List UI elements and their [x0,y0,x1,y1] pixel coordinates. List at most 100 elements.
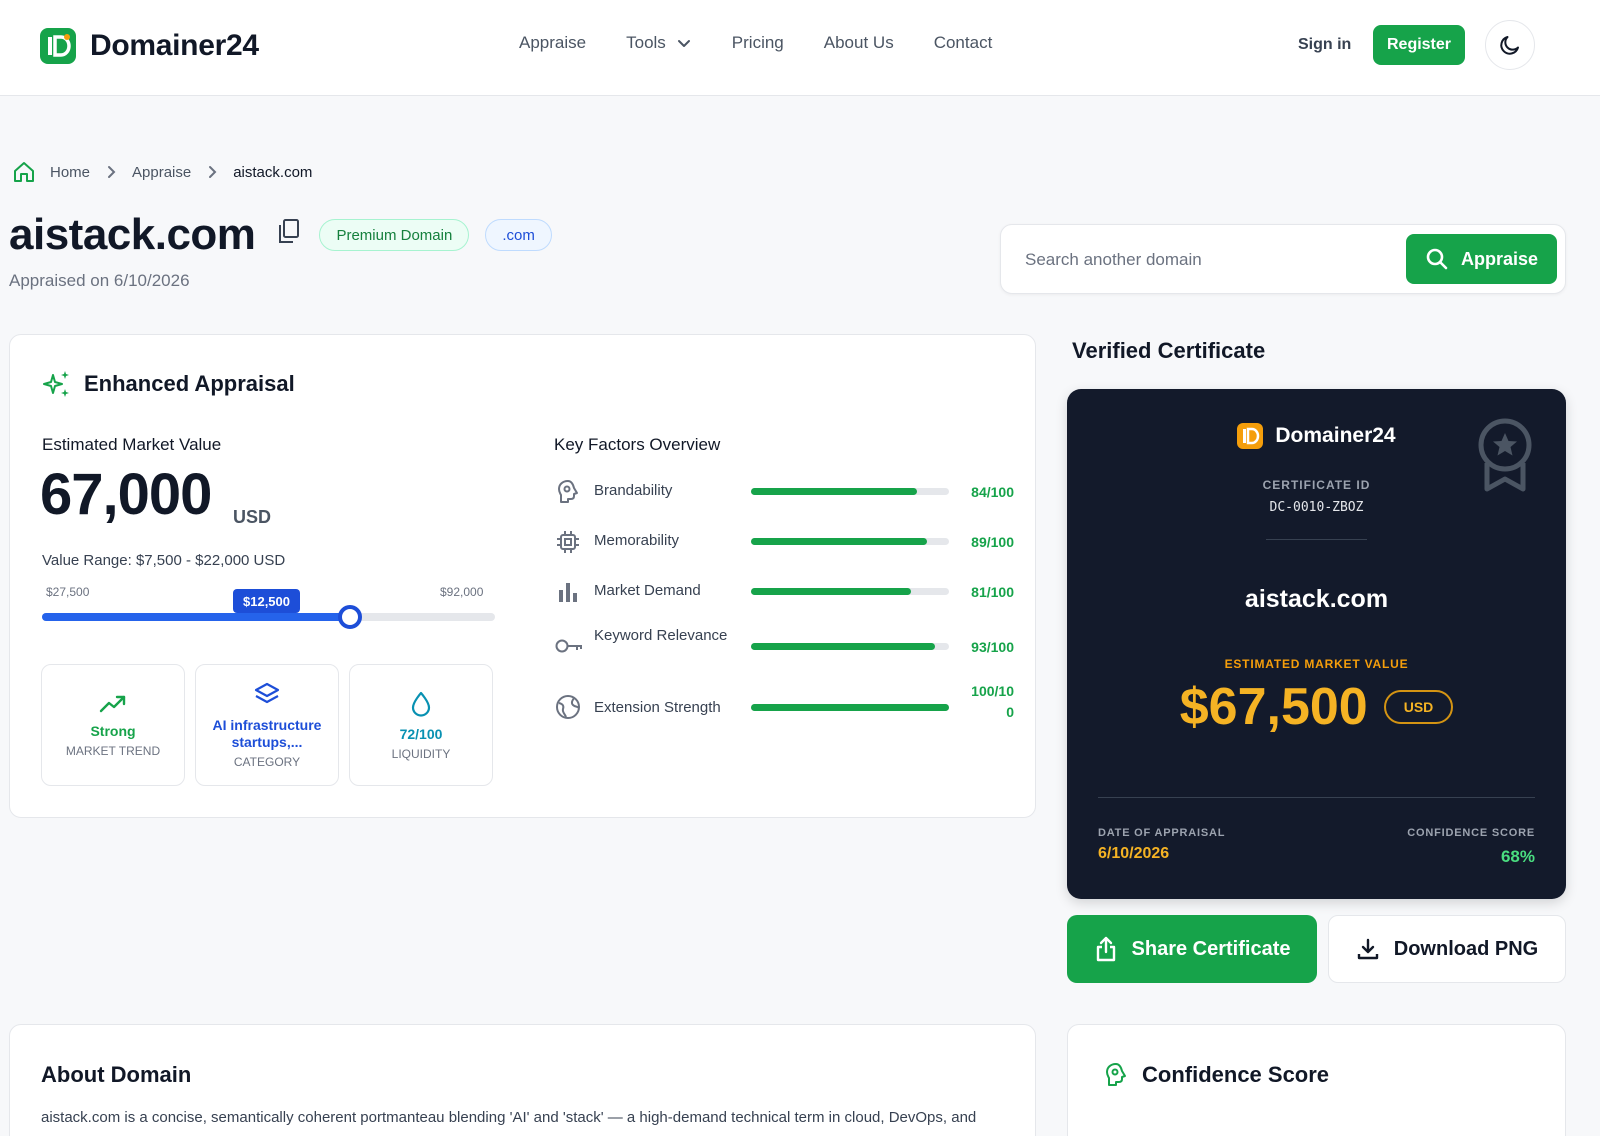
category-tile: AI infrastructure startups,... CATEGORY [195,664,339,786]
chevron-right-icon [108,166,116,178]
factor-score: 84/100 [971,484,1014,500]
value-range: Value Range: $7,500 - $22,000 USD [42,552,286,569]
factor-label: Extension Strength [594,699,721,716]
top-navbar: Domainer24 Appraise Tools Pricing About … [0,0,1600,96]
certificate-date: 6/10/2026 [1098,845,1170,862]
emv-label: Estimated Market Value [42,435,222,454]
factor-bar-fill [751,643,936,650]
chip-icon [557,531,579,553]
about-text: aistack.com is a concise, semantically c… [41,1109,977,1126]
sparkles-icon [43,371,69,397]
share-icon [1096,936,1115,962]
appraise-button-label: Appraise [1460,248,1539,269]
confidence-score-card: Confidence Score [1067,1024,1566,1136]
logo-mark-icon [1237,423,1264,449]
factor-bar-fill [751,704,949,711]
share-button-label: Share Certificate [1131,937,1291,960]
about-domain-card: About Domain aistack.com is a concise, s… [9,1024,1036,1136]
nav-pricing[interactable]: Pricing [732,33,784,53]
moon-icon [1500,36,1519,55]
factor-score: 89/100 [971,534,1014,550]
nav-tools-label: Tools [626,33,666,52]
page-title: aistack.com [9,210,256,259]
search-input[interactable] [1025,245,1395,275]
certificate-value: $67,500 [1179,678,1368,736]
liquidity-value: 72/100 [399,725,443,742]
factor-extension-strength: Extension Strength 100/100 [554,681,1014,731]
certificate-date-label: DATE OF APPRAISAL [1098,827,1226,839]
slider-min-label: $27,500 [46,585,90,599]
certificate-emv-label: ESTIMATED MARKET VALUE [1224,657,1409,671]
logo-mark-icon [40,28,76,64]
copy-icon[interactable] [277,218,301,244]
certificate-domain: aistack.com [1244,585,1389,613]
chevron-right-icon [209,166,217,178]
certificate-currency-badge: USD [1383,690,1454,724]
breadcrumb-current: aistack.com [233,163,313,181]
enhanced-appraisal-card: Enhanced Appraisal Estimated Market Valu… [9,334,1036,818]
trending-up-icon [99,695,126,712]
key-icon [555,639,582,653]
divider [1098,797,1535,798]
appraise-button[interactable]: Appraise [1406,234,1557,284]
domain-search-box: Appraise [1000,224,1566,294]
brand-logo[interactable]: Domainer24 [40,28,259,64]
factor-label: Memorability [594,532,680,549]
search-icon [1426,248,1448,270]
nav-about-us[interactable]: About Us [824,33,894,53]
slider-fill [42,613,351,621]
slider-value-bubble: $12,500 [233,589,300,613]
factor-brandability: Brandability 84/100 [554,471,1014,511]
layers-icon [254,682,280,704]
nav-tools[interactable]: Tools [626,33,692,53]
register-button[interactable]: Register [1373,25,1465,65]
slider-max-label: $92,000 [440,585,484,599]
value-slider[interactable] [42,605,495,629]
factor-bar-fill [751,488,918,495]
market-trend-tile: Strong MARKET TREND [41,664,185,786]
nav-contact[interactable]: Contact [934,33,993,53]
factor-bar [751,643,949,650]
factor-label: Market Demand [594,582,701,599]
bar-chart-icon [559,583,577,602]
appraisal-heading: Enhanced Appraisal [42,369,295,399]
factor-bar [751,704,949,711]
nav-appraise[interactable]: Appraise [519,33,586,53]
factor-bar-fill [751,538,928,545]
download-png-button[interactable]: Download PNG [1328,915,1566,983]
factor-score: 81/100 [971,584,1014,600]
factor-bar [751,588,949,595]
sign-in-link[interactable]: Sign in [1298,36,1351,54]
factor-score: 93/100 [971,639,1014,655]
certificate-confidence: 68% [1500,847,1535,866]
factor-bar [751,488,949,495]
certificate-brand: Domainer24 [1067,423,1566,449]
download-button-label: Download PNG [1393,937,1539,960]
globe-icon [556,695,580,719]
appraisal-heading-text: Enhanced Appraisal [84,371,295,396]
chevron-down-icon [677,40,690,47]
factor-label: Keyword Relevance [594,627,728,644]
breadcrumb-appraise[interactable]: Appraise [132,164,191,181]
main-nav: Appraise Tools Pricing About Us Contact [519,33,992,53]
emv-currency: USD [233,507,272,527]
certificate-confidence-label: CONFIDENCE SCORE [1407,827,1535,839]
download-icon [1357,938,1378,960]
slider-thumb[interactable] [338,605,363,629]
certificate-brand-name: Domainer24 [1275,424,1396,447]
factor-memorability: Memorability 89/100 [554,521,1014,561]
appraised-date: Appraised on 6/10/2026 [9,271,190,290]
breadcrumb-home[interactable]: Home [50,164,90,181]
about-title: About Domain [41,1062,192,1087]
liquidity-tile: 72/100 LIQUIDITY [349,664,493,786]
factor-label: Brandability [594,482,673,499]
liquidity-label: LIQUIDITY [391,746,451,761]
factor-score: 100/100 [971,683,1014,720]
brain-icon [558,480,578,503]
share-certificate-button[interactable]: Share Certificate [1067,915,1317,983]
certificate-value-row: $67,500 USD [1067,677,1566,737]
theme-toggle-button[interactable] [1485,20,1535,70]
home-icon[interactable] [12,160,36,184]
certificate-heading: Verified Certificate [1072,338,1266,363]
key-factors-title: Key Factors Overview [554,435,721,454]
